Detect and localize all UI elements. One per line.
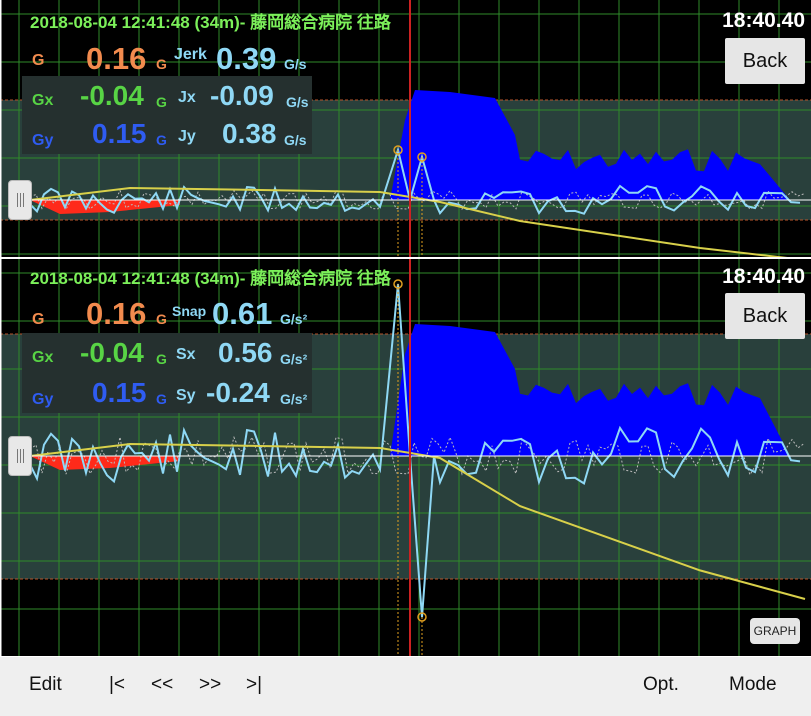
g-value: 0.16 — [86, 41, 147, 76]
g-unit: G — [156, 56, 167, 72]
gx-label: Gx — [32, 349, 54, 366]
edit-button[interactable]: Edit — [29, 674, 62, 696]
options-button[interactable]: Opt. — [643, 674, 679, 696]
g-row: G 0.16 G Snap 0.61 G/s² — [22, 291, 312, 331]
g-row: G 0.16 G Jerk 0.39 G/s — [22, 36, 312, 76]
rewind-button[interactable]: << — [151, 674, 173, 696]
back-button[interactable]: Back — [725, 38, 805, 84]
value-readout: G 0.16 G Snap 0.61 G/s² Gx -0.04 G Sx 0.… — [22, 287, 312, 413]
gy-unit: G — [156, 391, 167, 407]
g-value: 0.16 — [86, 296, 147, 331]
jx-value: -0.09 — [210, 80, 274, 111]
jerk-unit: G/s — [284, 56, 307, 72]
gy-unit: G — [156, 132, 167, 148]
sy-label: Sy — [176, 387, 196, 404]
graph-button[interactable]: GRAPH — [750, 618, 800, 644]
jy-value: 0.38 — [222, 118, 277, 149]
sy-value: -0.24 — [206, 377, 270, 408]
jx-label: Jx — [178, 89, 196, 106]
gy-value: 0.15 — [92, 118, 147, 149]
jy-label: Jy — [178, 128, 196, 145]
gx-unit: G — [156, 351, 167, 367]
gx-unit: G — [156, 94, 167, 110]
first-button[interactable]: |< — [109, 674, 125, 696]
sx-label: Sx — [176, 346, 196, 363]
last-button[interactable]: >| — [246, 674, 262, 696]
value-readout: G 0.16 G Jerk 0.39 G/s Gx -0.04 G Jx -0.… — [22, 28, 312, 154]
gy-row: Gy 0.15 G Sy -0.24 G/s² — [22, 373, 312, 413]
bottom-toolbar: Edit |< << >> >| Opt. Mode — [0, 657, 811, 716]
jerk-label: Jerk — [174, 46, 207, 63]
mode-button[interactable]: Mode — [729, 674, 777, 696]
gy-value: 0.15 — [92, 377, 147, 408]
g-label: G — [32, 52, 45, 69]
gx-value: -0.04 — [80, 337, 144, 368]
time-readout: 18:40.40 — [722, 9, 805, 32]
gx-row: Gx -0.04 G Jx -0.09 G/s — [22, 76, 312, 116]
time-readout: 18:40.40 — [722, 265, 805, 288]
sy-unit: G/s² — [280, 391, 308, 407]
sx-unit: G/s² — [280, 351, 308, 367]
snap-unit: G/s² — [280, 311, 308, 327]
snap-label: Snap — [172, 303, 207, 319]
snap-value: 0.61 — [212, 296, 273, 331]
jerk-value: 0.39 — [216, 41, 277, 76]
gx-label: Gx — [32, 92, 54, 109]
snap-graph-panel[interactable]: 2018-08-04 12:41:48 (34m)- 藤岡総合病院 往路 18:… — [0, 259, 811, 656]
jx-unit: G/s — [286, 94, 309, 110]
g-label: G — [32, 311, 45, 328]
g-unit: G — [156, 311, 167, 327]
sx-value: 0.56 — [218, 337, 273, 368]
back-button[interactable]: Back — [725, 293, 805, 339]
forward-button[interactable]: >> — [199, 674, 221, 696]
gy-label: Gy — [32, 132, 54, 149]
jy-unit: G/s — [284, 132, 307, 148]
zero-drag-handle[interactable] — [8, 180, 32, 220]
gx-row: Gx -0.04 G Sx 0.56 G/s² — [22, 333, 312, 373]
gx-value: -0.04 — [80, 80, 144, 111]
jerk-graph-panel[interactable]: 2018-08-04 12:41:48 (34m)- 藤岡総合病院 往路 18:… — [0, 0, 811, 257]
gy-label: Gy — [32, 391, 54, 408]
gy-row: Gy 0.15 G Jy 0.38 G/s — [22, 114, 312, 154]
graph-header: 2018-08-04 12:41:48 (34m)- 藤岡総合病院 往路 — [30, 269, 391, 288]
zero-drag-handle[interactable] — [8, 436, 32, 476]
